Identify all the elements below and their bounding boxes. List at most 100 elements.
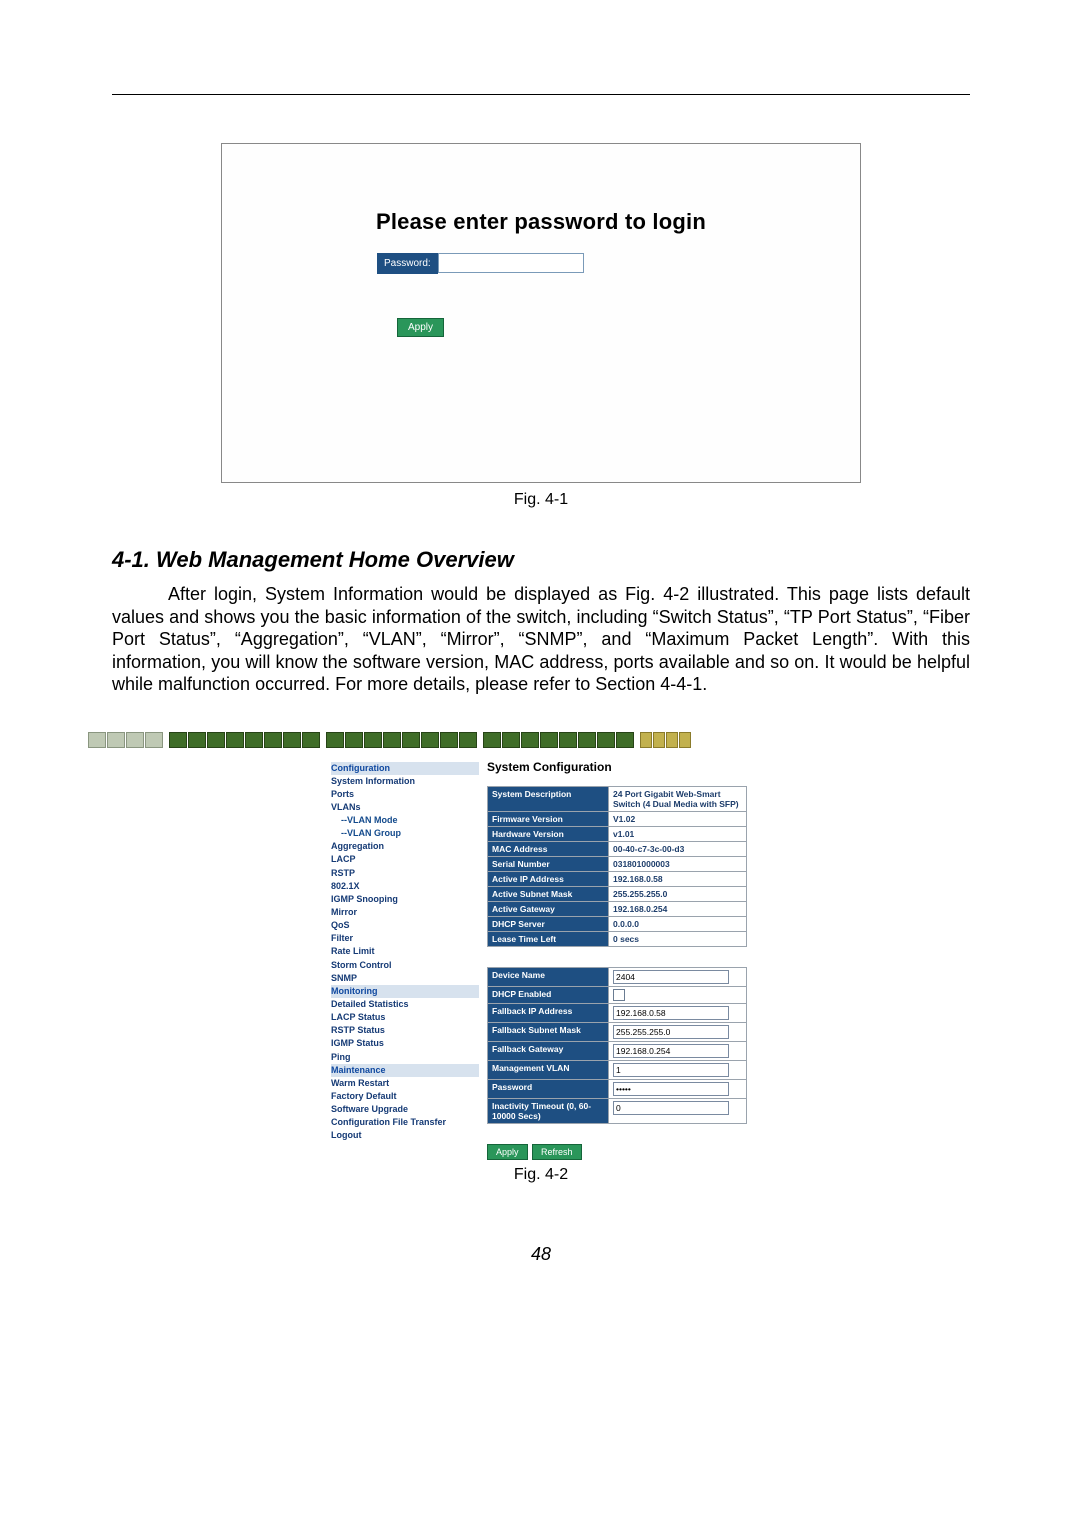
section-heading: 4-1. Web Management Home Overview (112, 547, 970, 573)
sidebar-item[interactable]: SNMP (331, 972, 479, 985)
table-row: DHCP Enabled (488, 986, 747, 1003)
sidebar-item[interactable]: LACP (331, 853, 479, 866)
cfg-label: Fallback IP Address (488, 1003, 609, 1022)
sidebar-item[interactable]: --VLAN Group (331, 827, 479, 840)
info-label: Serial Number (488, 856, 609, 871)
table-row: Inactivity Timeout (0, 60-10000 Secs) (488, 1098, 747, 1123)
info-value: 031801000003 (609, 856, 747, 871)
info-label: Active Subnet Mask (488, 886, 609, 901)
cfg-value-cell (609, 1041, 747, 1060)
sidebar-item[interactable]: Factory Default (331, 1090, 479, 1103)
sidebar-item[interactable]: QoS (331, 919, 479, 932)
table-row: MAC Address00-40-c7-3c-00-d3 (488, 841, 747, 856)
table-row: Serial Number031801000003 (488, 856, 747, 871)
device-port-banner (331, 726, 751, 754)
sidebar-item[interactable]: IGMP Status (331, 1037, 479, 1050)
refresh-button[interactable]: Refresh (532, 1144, 582, 1160)
table-row: Device Name (488, 967, 747, 986)
info-label: System Description (488, 786, 609, 811)
sidebar-item[interactable]: Ports (331, 788, 479, 801)
cfg-value-cell (609, 1022, 747, 1041)
info-label: MAC Address (488, 841, 609, 856)
sidebar-item[interactable]: Monitoring (331, 985, 479, 998)
table-row: System Description24 Port Gigabit Web-Sm… (488, 786, 747, 811)
sidebar-item[interactable]: RSTP Status (331, 1024, 479, 1037)
cfg-input[interactable] (613, 1025, 729, 1039)
cfg-label: Inactivity Timeout (0, 60-10000 Secs) (488, 1098, 609, 1123)
sidebar-item[interactable]: Ping (331, 1051, 479, 1064)
info-label: Hardware Version (488, 826, 609, 841)
cfg-label: Management VLAN (488, 1060, 609, 1079)
dhcp-enabled-checkbox[interactable] (613, 989, 625, 1001)
info-value: 24 Port Gigabit Web-Smart Switch (4 Dual… (609, 786, 747, 811)
sidebar-item[interactable]: Aggregation (331, 840, 479, 853)
sidebar-item[interactable]: Detailed Statistics (331, 998, 479, 1011)
cfg-input[interactable] (613, 1063, 729, 1077)
cfg-input[interactable] (613, 1082, 729, 1096)
password-input[interactable] (438, 253, 584, 273)
section-paragraph: After login, System Information would be… (112, 583, 970, 696)
sidebar-item[interactable]: Logout (331, 1129, 479, 1142)
cfg-value-cell (609, 1060, 747, 1079)
table-row: DHCP Server0.0.0.0 (488, 916, 747, 931)
table-row: Password (488, 1079, 747, 1098)
sidebar-item[interactable]: RSTP (331, 867, 479, 880)
cfg-value-cell (609, 967, 747, 986)
info-label: Active IP Address (488, 871, 609, 886)
cfg-value-cell (609, 986, 747, 1003)
info-value: 0.0.0.0 (609, 916, 747, 931)
password-label: Password: (377, 253, 438, 274)
info-label: Active Gateway (488, 901, 609, 916)
sidebar-item[interactable]: Maintenance (331, 1064, 479, 1077)
fig1-caption: Fig. 4-1 (112, 491, 970, 509)
system-config-table: Device NameDHCP EnabledFallback IP Addre… (487, 967, 747, 1124)
info-label: DHCP Server (488, 916, 609, 931)
cfg-label: Password (488, 1079, 609, 1098)
sidebar-item[interactable]: System Information (331, 775, 479, 788)
sidebar-item[interactable]: Software Upgrade (331, 1103, 479, 1116)
sidebar-item[interactable]: IGMP Snooping (331, 893, 479, 906)
cfg-value-cell (609, 1003, 747, 1022)
cfg-label: Fallback Gateway (488, 1041, 609, 1060)
cfg-value-cell (609, 1098, 747, 1123)
system-config-screenshot: ConfigurationSystem InformationPortsVLAN… (331, 726, 751, 1160)
sidebar-item[interactable]: Storm Control (331, 959, 479, 972)
cfg-input[interactable] (613, 970, 729, 984)
info-value: 255.255.255.0 (609, 886, 747, 901)
password-row: Password: (377, 253, 860, 274)
sidebar-item[interactable]: Filter (331, 932, 479, 945)
table-row: Fallback IP Address (488, 1003, 747, 1022)
table-row: Active Subnet Mask255.255.255.0 (488, 886, 747, 901)
sidebar-item[interactable]: 802.1X (331, 880, 479, 893)
fig2-caption: Fig. 4-2 (112, 1166, 970, 1184)
sidebar-item[interactable]: VLANs (331, 801, 479, 814)
apply-button[interactable]: Apply (397, 318, 444, 337)
cfg-input[interactable] (613, 1006, 729, 1020)
sidebar-item[interactable]: Configuration (331, 762, 479, 775)
sidebar-item[interactable]: Configuration File Transfer (331, 1116, 479, 1129)
table-row: Lease Time Left0 secs (488, 931, 747, 946)
system-info-table: System Description24 Port Gigabit Web-Sm… (487, 786, 747, 947)
sidebar-item[interactable]: LACP Status (331, 1011, 479, 1024)
table-row: Active Gateway192.168.0.254 (488, 901, 747, 916)
cfg-label: Fallback Subnet Mask (488, 1022, 609, 1041)
main-title: System Configuration (487, 760, 751, 774)
table-row: Active IP Address192.168.0.58 (488, 871, 747, 886)
sidebar-item[interactable]: Rate Limit (331, 945, 479, 958)
login-screenshot: Please enter password to login Password:… (221, 143, 861, 483)
info-value: 0 secs (609, 931, 747, 946)
sidebar-item[interactable]: Mirror (331, 906, 479, 919)
info-value: V1.02 (609, 811, 747, 826)
info-value: 192.168.0.254 (609, 901, 747, 916)
info-value: 00-40-c7-3c-00-d3 (609, 841, 747, 856)
cfg-input[interactable] (613, 1101, 729, 1115)
sidebar-item[interactable]: --VLAN Mode (331, 814, 479, 827)
cfg-label: Device Name (488, 967, 609, 986)
cfg-input[interactable] (613, 1044, 729, 1058)
sidebar-item[interactable]: Warm Restart (331, 1077, 479, 1090)
info-value: v1.01 (609, 826, 747, 841)
apply-button[interactable]: Apply (487, 1144, 528, 1160)
table-row: Hardware Versionv1.01 (488, 826, 747, 841)
nav-sidebar: ConfigurationSystem InformationPortsVLAN… (331, 760, 479, 1143)
page-number: 48 (112, 1244, 970, 1265)
